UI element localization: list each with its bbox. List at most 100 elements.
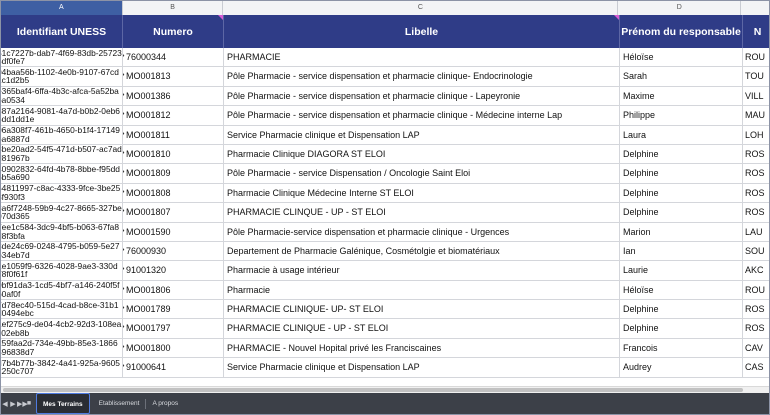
cell-prenom[interactable]: Delphine <box>620 300 743 319</box>
cell-libelle[interactable]: Pôle Pharmacie-service dispensation et p… <box>224 222 620 241</box>
cell-identifiant[interactable]: e365baf4-6ffa-4b3c-afca-5a52ba6a0534 <box>1 86 123 106</box>
header-nom[interactable]: N <box>743 15 769 48</box>
cell-nom[interactable]: AKC <box>743 261 769 279</box>
cell-nom[interactable]: VILL <box>743 87 769 105</box>
cell-prenom[interactable]: Audrey <box>620 358 743 377</box>
cell-identifiant[interactable]: 1e1059f9-6326-4028-9ae3-330d78f0f61f <box>1 261 123 280</box>
cell-identifiant[interactable]: d7b4b77b-3842-4a41-925a-96052250c707 <box>1 358 123 377</box>
cell-identifiant[interactable]: 0bf91da3-1cd5-4bf7-a146-240f5fb0af0f <box>1 280 123 300</box>
cell-numero[interactable]: MO001810 <box>123 144 224 164</box>
table-row[interactable]: 0bf91da3-1cd5-4bf7-a146-240f5fb0af0fMO00… <box>1 280 769 301</box>
table-row[interactable]: 51c7227b-dab7-4f69-83db-257235df0fe77600… <box>1 48 769 68</box>
cell-identifiant[interactable]: 54811997-c8ac-4333-9fce-3be255f930f3 <box>1 183 123 203</box>
cell-identifiant[interactable]: 259faa2d-734e-49bb-85e3-1866396838d7 <box>1 338 123 358</box>
cell-prenom[interactable]: Ian <box>620 241 743 261</box>
table-row[interactable]: 3de24c69-0248-4795-b059-5e27b34eb7d76000… <box>1 241 769 262</box>
cell-identifiant[interactable]: 40902832-64fd-4b78-8bbe-f95dd6b5a690 <box>1 164 123 183</box>
cell-nom[interactable]: ROS <box>743 184 769 202</box>
cell-libelle[interactable]: Service Pharmacie clinique et Dispensati… <box>224 125 620 144</box>
cell-prenom[interactable]: Maxime <box>620 86 743 106</box>
cell-libelle[interactable]: PHARMACIE CLINIQUE- UP- ST ELOI <box>224 300 620 319</box>
cell-nom[interactable]: CAV <box>743 339 769 357</box>
table-row[interactable]: 7ee1c584-3dc9-4bf5-b063-67fa8d8f3bfaMO00… <box>1 222 769 242</box>
cell-identifiant[interactable]: 04baa56b-1102-4e0b-9107-67cd1c1d2b5 <box>1 67 123 86</box>
table-row[interactable]: d7b4b77b-3842-4a41-925a-96052250c7079100… <box>1 358 769 378</box>
cell-numero[interactable]: MO001590 <box>123 222 224 241</box>
horizontal-scrollbar[interactable] <box>1 386 769 393</box>
cell-numero[interactable]: MO001386 <box>123 86 224 106</box>
cell-numero[interactable]: MO001789 <box>123 300 224 319</box>
cell-nom[interactable]: ROS <box>743 164 769 182</box>
cell-identifiant[interactable]: 7d78ec40-515d-4cad-b8ce-31b1d0494ebc <box>1 300 123 319</box>
cell-nom[interactable]: TOU <box>743 67 769 85</box>
cell-identifiant[interactable]: 51c7227b-dab7-4f69-83db-257235df0fe7 <box>1 48 123 67</box>
cell-nom[interactable]: CAS <box>743 358 769 376</box>
table-row[interactable]: 387a2164-9081-4a7d-b0b2-0eb65dd1dd1eMO00… <box>1 106 769 126</box>
table-row[interactable]: 3a6f7248-59b9-4c27-8665-327be070d365MO00… <box>1 203 769 223</box>
cell-prenom[interactable]: Delphine <box>620 183 743 203</box>
header-prenom[interactable]: Prénom du responsable <box>620 15 743 48</box>
cell-numero[interactable]: 91001320 <box>123 261 224 280</box>
cell-libelle[interactable]: Departement de Pharmacie Galénique, Cosm… <box>224 241 620 261</box>
cell-numero[interactable]: MO001797 <box>123 319 224 338</box>
column-letter-a[interactable]: A <box>1 1 123 15</box>
cell-libelle[interactable]: Pharmacie <box>224 280 620 300</box>
cell-libelle[interactable]: Pharmacie Clinique Médecine Interne ST E… <box>224 183 620 203</box>
cell-prenom[interactable]: Francois <box>620 338 743 358</box>
column-letter-d[interactable]: D <box>618 1 742 15</box>
header-identifiant[interactable]: Identifiant UNESS <box>1 15 123 48</box>
cell-prenom[interactable]: Delphine <box>620 203 743 222</box>
cell-libelle[interactable]: PHARMACIE CLINIQUE - UP - ST ELOI <box>224 319 620 338</box>
table-row[interactable]: 54811997-c8ac-4333-9fce-3be255f930f3MO00… <box>1 183 769 204</box>
table-row[interactable]: 06a308f7-461b-4650-b1f4-171496a6887dMO00… <box>1 125 769 145</box>
table-row[interactable]: e365baf4-6ffa-4b3c-afca-5a52ba6a0534MO00… <box>1 86 769 107</box>
tab-mes-terrains[interactable]: Mes Terrains <box>36 393 90 414</box>
cell-numero[interactable]: MO001811 <box>123 125 224 144</box>
cell-nom[interactable]: LAU <box>743 223 769 241</box>
cell-numero[interactable]: MO001813 <box>123 67 224 86</box>
cell-numero[interactable]: MO001808 <box>123 183 224 203</box>
cell-identifiant[interactable]: 3de24c69-0248-4795-b059-5e27b34eb7d <box>1 241 123 261</box>
cell-numero[interactable]: MO001806 <box>123 280 224 300</box>
cell-nom[interactable]: ROU <box>743 48 769 66</box>
cell-libelle[interactable]: PHARMACIE <box>224 48 620 67</box>
cell-nom[interactable]: ROU <box>743 281 769 299</box>
cell-prenom[interactable]: Sarah <box>620 67 743 86</box>
column-letter-c[interactable]: C <box>223 1 619 15</box>
table-row[interactable]: 259faa2d-734e-49bb-85e3-1866396838d7 MO00… <box>1 338 769 359</box>
cell-identifiant[interactable]: 387a2164-9081-4a7d-b0b2-0eb65dd1dd1e <box>1 106 123 125</box>
column-letter-b[interactable]: B <box>123 1 224 15</box>
cell-prenom[interactable]: Héloïse <box>620 48 743 67</box>
cell-nom[interactable]: ROS <box>743 145 769 163</box>
cell-libelle[interactable]: Pharmacie Clinique DIAGORA ST ELOI <box>224 144 620 164</box>
cell-prenom[interactable]: Delphine <box>620 164 743 183</box>
cell-libelle[interactable]: Service Pharmacie clinique et Dispensati… <box>224 358 620 377</box>
cell-libelle[interactable]: Pôle Pharmacie - service dispensation et… <box>224 67 620 86</box>
cell-identifiant[interactable]: 06a308f7-461b-4650-b1f4-171496a6887d <box>1 125 123 144</box>
cell-numero[interactable]: 76000930 <box>123 241 224 261</box>
cell-identifiant[interactable]: 7ee1c584-3dc9-4bf5-b063-67fa8d8f3bfa <box>1 222 123 241</box>
table-row[interactable]: 40902832-64fd-4b78-8bbe-f95dd6b5a690MO00… <box>1 164 769 184</box>
cell-prenom[interactable]: Marion <box>620 222 743 241</box>
table-row[interactable]: 1ef275c9-de04-4cb2-92d3-108eac02eb8bMO00… <box>1 319 769 339</box>
cell-prenom[interactable]: Laurie <box>620 261 743 280</box>
cell-nom[interactable]: ROS <box>743 203 769 221</box>
cell-numero[interactable]: MO001800 <box>123 338 224 358</box>
first-sheet-icon[interactable]: ◀ <box>1 400 9 408</box>
column-letter-e[interactable] <box>741 1 769 15</box>
cell-numero[interactable]: 91000641 <box>123 358 224 377</box>
last-sheet-icon[interactable]: ▶▶ <box>17 400 28 408</box>
cell-identifiant[interactable]: 3a6f7248-59b9-4c27-8665-327be070d365 <box>1 203 123 222</box>
cell-nom[interactable]: MAU <box>743 106 769 124</box>
header-libelle[interactable]: Libelle <box>224 15 620 48</box>
table-row[interactable]: 04baa56b-1102-4e0b-9107-67cd1c1d2b5MO001… <box>1 67 769 87</box>
cell-libelle[interactable]: PHARMACIE CLINQUE - UP - ST ELOI <box>224 203 620 222</box>
cell-libelle[interactable]: Pôle Pharmacie - service dispensation et… <box>224 106 620 125</box>
cell-numero[interactable]: MO001807 <box>123 203 224 222</box>
next-sheet-icon[interactable]: ▶ <box>9 400 17 408</box>
cell-numero[interactable]: MO001809 <box>123 164 224 183</box>
cell-identifiant[interactable]: 1ef275c9-de04-4cb2-92d3-108eac02eb8b <box>1 319 123 338</box>
cell-prenom[interactable]: Delphine <box>620 319 743 338</box>
table-row[interactable]: 8be20ad2-54f5-471d-b507-ac7add81967bMO00… <box>1 144 769 165</box>
tab-etablissement[interactable]: Etablissement <box>93 393 146 414</box>
